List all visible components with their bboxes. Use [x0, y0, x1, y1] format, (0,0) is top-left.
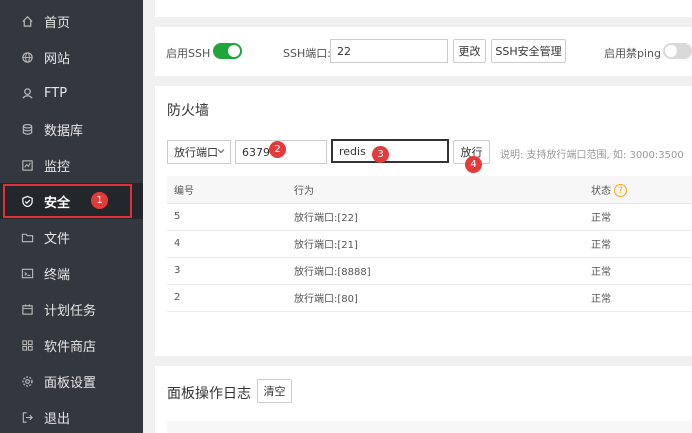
sidebar-item-settings[interactable]: 面板设置	[0, 363, 143, 399]
ssh-change-button[interactable]: 更改	[453, 39, 486, 63]
gear-icon	[20, 374, 34, 388]
ping-label: 启用禁ping	[604, 47, 661, 60]
database-icon	[20, 122, 34, 136]
log-title: 面板操作日志	[167, 386, 251, 402]
monitor-icon	[20, 158, 34, 172]
table-row: 4 放行端口:[21] 正常	[167, 230, 692, 258]
cell-status: 正常	[584, 203, 692, 231]
log-table-header	[167, 421, 692, 433]
sidebar-item-home[interactable]: 首页	[0, 3, 143, 39]
step-marker-4: 4	[465, 156, 482, 173]
table-header-row: 编号 行为 状态?	[167, 176, 692, 204]
firewall-mode-value: 放行端口	[174, 146, 218, 159]
sidebar-item-terminal[interactable]: 终端	[0, 255, 143, 291]
firewall-title: 防火墙	[167, 103, 209, 119]
sidebar-item-label: 退出	[44, 411, 71, 427]
cell-id: 4	[167, 230, 287, 258]
cell-action: 放行端口:[22]	[287, 203, 584, 231]
table-row: 2 放行端口:[80] 正常	[167, 284, 692, 312]
ping-toggle[interactable]	[663, 43, 692, 59]
ftp-icon	[20, 86, 34, 100]
folder-icon	[20, 230, 34, 244]
cell-status: 正常	[584, 230, 692, 258]
highlight-box-security	[3, 184, 132, 218]
log-card: 面板操作日志 清空	[155, 366, 692, 433]
main-content: 启用SSH SSH端口: 22 更改 SSH安全管理 启用禁ping 防火墙 放…	[143, 0, 692, 433]
grid-icon	[20, 338, 34, 352]
sidebar-item-website[interactable]: 网站	[0, 39, 143, 75]
chevron-down-icon	[217, 149, 225, 154]
ssh-toggle[interactable]	[213, 43, 242, 59]
cell-action: 放行端口:[80]	[287, 284, 584, 312]
help-icon[interactable]: ?	[614, 184, 627, 197]
table-row: 3 放行端口:[8888] 正常	[167, 257, 692, 285]
sidebar-item-ftp[interactable]: FTP	[0, 75, 143, 111]
cell-id: 2	[167, 284, 287, 312]
cell-action: 放行端口:[8888]	[287, 257, 584, 285]
log-clear-button[interactable]: 清空	[257, 379, 292, 403]
cell-id: 5	[167, 203, 287, 231]
step-marker-2: 2	[269, 141, 286, 158]
logout-icon	[20, 410, 34, 424]
sidebar-item-cron[interactable]: 计划任务	[0, 291, 143, 327]
sidebar-item-store[interactable]: 软件商店	[0, 327, 143, 363]
cell-status: 正常	[584, 284, 692, 312]
top-card	[155, 0, 692, 17]
firewall-mode-select[interactable]: 放行端口	[167, 140, 231, 164]
step-marker-3: 3	[372, 146, 389, 163]
ssh-card: 启用SSH SSH端口: 22 更改 SSH安全管理 启用禁ping	[155, 27, 692, 76]
ssh-port-label: SSH端口:	[283, 47, 331, 60]
sidebar-item-database[interactable]: 数据库	[0, 111, 143, 147]
sidebar: 首页 网站 FTP 数据库 监控 安全 文件 终端 计划任务 软件商店 面板设置	[0, 0, 143, 433]
sidebar-item-label: FTP	[44, 85, 68, 101]
ssh-port-input[interactable]: 22	[330, 39, 448, 63]
cell-id: 3	[167, 257, 287, 285]
col-header-status-label: 状态	[591, 185, 611, 197]
sidebar-item-label: 软件商店	[44, 339, 97, 355]
sidebar-item-label: 数据库	[44, 123, 84, 139]
sidebar-item-label: 网站	[44, 51, 71, 67]
firewall-table: 编号 行为 状态? 5 放行端口:[22] 正常 4 放行端口:[21] 正常 …	[167, 176, 692, 312]
ssh-enable-label: 启用SSH	[166, 47, 211, 60]
cell-status: 正常	[584, 257, 692, 285]
table-row: 5 放行端口:[22] 正常	[167, 203, 692, 231]
sidebar-item-label: 面板设置	[44, 375, 97, 391]
col-header-status: 状态?	[584, 176, 692, 204]
sidebar-item-logout[interactable]: 退出	[0, 399, 143, 433]
home-icon	[20, 14, 34, 28]
sidebar-item-label: 文件	[44, 231, 71, 247]
ssh-manage-button[interactable]: SSH安全管理	[491, 39, 566, 63]
step-marker-1: 1	[91, 192, 108, 209]
col-header-id: 编号	[167, 176, 287, 204]
sidebar-item-files[interactable]: 文件	[0, 219, 143, 255]
firewall-hint: 说明: 支持放行端口范围, 如: 3000:3500	[500, 150, 684, 161]
sidebar-item-monitor[interactable]: 监控	[0, 147, 143, 183]
firewall-note-input[interactable]: redis	[331, 139, 449, 163]
sidebar-item-label: 计划任务	[44, 303, 97, 319]
sidebar-item-label: 终端	[44, 267, 71, 283]
firewall-card: 防火墙 放行端口 6379 redis 放行 说明: 支持放行端口范围, 如: …	[155, 86, 692, 356]
sidebar-item-label: 监控	[44, 159, 71, 175]
terminal-icon	[20, 266, 34, 280]
cell-action: 放行端口:[21]	[287, 230, 584, 258]
globe-icon	[20, 50, 34, 64]
sidebar-item-label: 首页	[44, 15, 71, 31]
calendar-icon	[20, 302, 34, 316]
col-header-action: 行为	[287, 176, 584, 204]
